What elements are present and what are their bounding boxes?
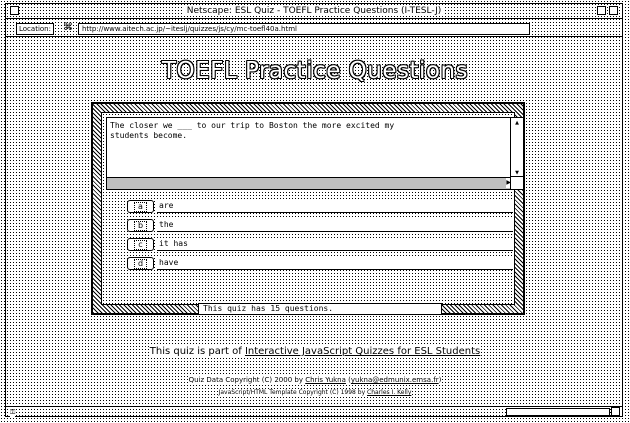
resize-corner [510,176,523,189]
author-link[interactable]: Chris Yukna [305,376,346,384]
quiz-collection-link[interactable]: Interactive JavaScript Quizzes for ESL S… [244,346,481,357]
answer-row-b: b the [127,219,520,233]
vertical-scrollbar[interactable]: ▲ ▼ [510,118,523,178]
answer-c-text: it has [157,238,513,251]
author-email-link[interactable]: yukna@edmunix.emsa.fr [350,376,439,384]
quiz-panel: The closer we ___ to our trip to Boston … [91,102,525,315]
window-resize-icon[interactable] [611,407,620,416]
horizontal-scrollbar[interactable]: ▶ [107,177,513,189]
zoom-box-icon[interactable] [597,6,606,15]
quiz-collection-line: This quiz is part of Interactive JavaScr… [149,346,481,357]
scroll-up-arrow-icon[interactable]: ▲ [511,120,523,126]
copyright-template-line: JavaScript/HTML Template Copyright (C) 1… [218,389,412,396]
copyright-data-line: Quiz Data Copyright (C) 2000 by Chris Yu… [188,376,442,384]
answer-b-button[interactable]: b [127,219,154,232]
answer-row-d: d have [127,257,520,271]
question-textarea[interactable]: The closer we ___ to our trip to Boston … [106,117,524,190]
page-proxy-icon[interactable]: ⌘ [63,23,73,33]
url-field[interactable]: http://www.aitech.ac.jp/~iteslj/quizzes/… [78,23,530,35]
quiz-status-field: This quiz has 15 questions. [198,303,442,315]
window-title: Netscape: ESL Quiz - TOEFL Practice Ques… [182,6,446,16]
answer-d-button[interactable]: d [127,257,154,270]
collapse-box-icon[interactable] [609,6,618,15]
location-label: Location: [16,23,54,35]
page-title: TOEFL Practice Questions [161,58,469,84]
answer-d-text: have [157,257,513,270]
horizontal-page-scrollbar[interactable] [506,408,610,416]
answer-a-text: are [157,200,513,213]
status-bar: ⚿ [6,406,622,417]
answer-row-a: a are [127,200,520,214]
answer-row-c: c it has [127,238,520,252]
answer-a-button[interactable]: a [127,200,154,213]
answer-c-button[interactable]: c [127,238,154,251]
question-text: The closer we ___ to our trip to Boston … [110,121,395,140]
template-author-link[interactable]: Charles I. Kelly [367,389,412,396]
security-key-icon[interactable]: ⚿ [10,408,16,417]
title-bar[interactable]: Netscape: ESL Quiz - TOEFL Practice Ques… [6,4,622,19]
answer-b-text: the [157,219,513,232]
location-bar: Location: ⌘ http://www.aitech.ac.jp/~ite… [6,21,622,37]
